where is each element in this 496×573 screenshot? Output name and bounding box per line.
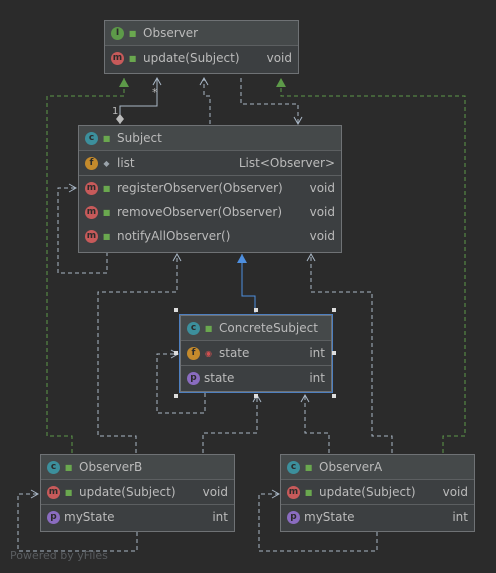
class-concretesubject[interactable]: c ■ ConcreteSubject f ◉ state int p stat… — [179, 314, 333, 393]
property-type: int — [212, 510, 228, 524]
class-observerb-property-mystate[interactable]: p myState int — [41, 504, 234, 529]
field-icon: f — [85, 156, 98, 170]
class-subject-name: Subject — [117, 131, 162, 145]
method-name: notifyAllObserver() — [117, 229, 231, 243]
method-name: update(Subject) — [143, 51, 240, 65]
method-return-type: void — [309, 181, 335, 195]
public-icon: ■ — [304, 462, 313, 472]
method-icon: m — [111, 51, 124, 65]
method-icon: m — [85, 229, 98, 243]
class-concretesubject-name: ConcreteSubject — [219, 321, 318, 335]
class-subject[interactable]: c ■ Subject f ◆ list List<Observer> m ■ … — [78, 125, 342, 253]
property-type: int — [452, 510, 468, 524]
resize-handle-bottom[interactable] — [254, 394, 258, 398]
class-observerb-name: ObserverB — [79, 460, 143, 474]
property-icon: p — [187, 371, 200, 385]
public-icon: ■ — [102, 133, 111, 143]
method-icon: m — [85, 181, 98, 195]
resize-handle-right[interactable] — [332, 351, 336, 355]
property-name: state — [204, 371, 235, 385]
class-subject-header[interactable]: c ■ Subject — [79, 126, 341, 151]
field-type: int — [309, 346, 325, 360]
method-return-type: void — [266, 51, 292, 65]
field-type: List<Observer> — [238, 156, 335, 170]
property-name: myState — [304, 510, 355, 524]
multiplicity-one-label: 1 — [112, 106, 118, 117]
class-icon: c — [287, 460, 300, 474]
class-concretesubject-header[interactable]: c ■ ConcreteSubject — [181, 316, 331, 341]
method-return-type: void — [309, 205, 335, 219]
field-name: list — [117, 156, 135, 170]
dependency-edge-subject-observer — [199, 76, 211, 124]
extends-edge-concretesubject — [237, 254, 256, 313]
class-subject-method-remove[interactable]: m ■ removeObserver(Observer) void — [79, 200, 341, 224]
dependency-edge-observera-concretesubject — [300, 393, 330, 453]
resize-handle-left[interactable] — [174, 351, 178, 355]
property-type: int — [309, 371, 325, 385]
method-return-type: void — [309, 229, 335, 243]
method-return-type: void — [442, 485, 468, 499]
class-observer-method-update[interactable]: m ■ update(Subject) void — [105, 46, 298, 70]
class-observerb[interactable]: c ■ ObserverB m ■ update(Subject) void p… — [40, 454, 235, 532]
public-icon: ■ — [64, 487, 73, 497]
method-icon: m — [287, 485, 300, 499]
class-observerb-header[interactable]: c ■ ObserverB — [41, 455, 234, 480]
class-observer-name: Observer — [143, 26, 199, 40]
resize-handle-top-right[interactable] — [332, 308, 336, 312]
watermark: Powered by yFiles — [10, 549, 108, 562]
method-name: update(Subject) — [319, 485, 416, 499]
class-concretesubject-field-state[interactable]: f ◉ state int — [181, 341, 331, 365]
class-subject-method-register[interactable]: m ■ registerObserver(Observer) void — [79, 175, 341, 200]
resize-handle-bottom-right[interactable] — [332, 394, 336, 398]
dependency-edge-observerb-concretesubject — [202, 393, 262, 453]
class-icon: c — [85, 131, 98, 145]
class-observer[interactable]: I ■ Observer m ■ update(Subject) void — [104, 20, 299, 74]
class-subject-field-list[interactable]: f ◆ list List<Observer> — [79, 151, 341, 175]
public-icon: ■ — [128, 28, 137, 38]
method-icon: m — [85, 205, 98, 219]
class-observerb-method-update[interactable]: m ■ update(Subject) void — [41, 480, 234, 504]
multiplicity-many-label: * — [152, 86, 158, 99]
property-icon: p — [287, 510, 300, 524]
class-icon: c — [47, 460, 60, 474]
class-observera[interactable]: c ■ ObserverA m ■ update(Subject) void p… — [280, 454, 475, 532]
interface-icon: I — [111, 26, 124, 40]
method-return-type: void — [202, 485, 228, 499]
lock-icon: ◉ — [205, 348, 212, 358]
method-name: update(Subject) — [79, 485, 176, 499]
public-icon: ■ — [204, 323, 213, 333]
public-icon: ■ — [128, 53, 137, 63]
public-icon: ■ — [102, 207, 111, 217]
dependency-edge-observer-subject — [240, 78, 303, 126]
field-icon: f — [187, 346, 200, 360]
method-name: removeObserver(Observer) — [117, 205, 283, 219]
class-concretesubject-property-state[interactable]: p state int — [181, 365, 331, 390]
public-icon: ■ — [102, 231, 111, 241]
class-observer-header[interactable]: I ■ Observer — [105, 21, 298, 46]
class-observera-method-update[interactable]: m ■ update(Subject) void — [281, 480, 474, 504]
public-icon: ■ — [304, 487, 313, 497]
public-icon: ■ — [102, 183, 111, 193]
resize-handle-top[interactable] — [254, 308, 258, 312]
resize-handle-bottom-left[interactable] — [174, 394, 178, 398]
class-icon: c — [187, 321, 200, 335]
resize-handle-top-left[interactable] — [174, 308, 178, 312]
field-name: state — [219, 346, 250, 360]
aggregation-edge-subject-observer — [116, 76, 162, 124]
class-subject-method-notify[interactable]: m ■ notifyAllObserver() void — [79, 224, 341, 248]
class-observera-name: ObserverA — [319, 460, 383, 474]
class-observera-header[interactable]: c ■ ObserverA — [281, 455, 474, 480]
property-name: myState — [64, 510, 115, 524]
class-observera-property-mystate[interactable]: p myState int — [281, 504, 474, 529]
public-icon: ■ — [64, 462, 73, 472]
package-private-icon: ◆ — [103, 158, 110, 168]
method-name: registerObserver(Observer) — [117, 181, 283, 195]
method-icon: m — [47, 485, 60, 499]
property-icon: p — [47, 510, 60, 524]
